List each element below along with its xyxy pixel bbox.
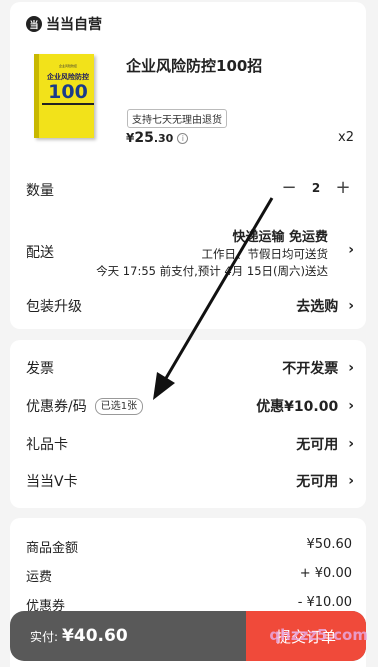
vcard-chevron-icon: › (348, 473, 354, 489)
packaging-row[interactable]: 包装升级 去选购 › (26, 296, 354, 316)
goods-amount-value: ¥50.60 (306, 537, 353, 552)
coupon-selected-tag: 已选1张 (94, 397, 144, 415)
increase-button[interactable]: + (332, 177, 354, 198)
pay-label: 实付: (30, 629, 59, 644)
giftcard-value: 无可用 (296, 437, 339, 453)
watermark: qhzzz5.com (269, 626, 368, 644)
coupon-chevron-icon: › (348, 398, 354, 414)
delivery-info[interactable]: 快递运输 免运费 工作日、节假日均可送货 今天 17:55 前支付,预计 4月 … (96, 226, 328, 279)
price-decimal: .30 (153, 132, 174, 145)
invoice-row[interactable]: 发票 不开发票 › (26, 358, 354, 378)
goods-amount-label: 商品金额 (26, 541, 79, 556)
delivery-method: 快递运输 免运费 (232, 230, 328, 245)
pay-amount: ¥40.60 (62, 626, 128, 646)
cover-number: 100 (48, 81, 88, 103)
invoice-value: 不开发票 (282, 361, 339, 377)
packaging-value: 去选购 (296, 299, 339, 315)
return-policy-badge: 支持七天无理由退货 (127, 109, 227, 128)
giftcard-label: 礼品卡 (26, 437, 68, 453)
price-symbol: ¥ (126, 131, 135, 145)
freight-value: + ¥0.00 (299, 566, 352, 581)
delivery-chevron-icon[interactable]: › (348, 242, 354, 258)
product-card: 当 当当自营 企业风险防控 企业风险防控 100 企业风险防控100招 支持七天… (10, 2, 366, 329)
delivery-eta: 今天 17:55 前支付,预计 4月 15日(周六)送达 (96, 264, 328, 278)
price-info-icon[interactable]: i (177, 133, 189, 144)
packaging-label: 包装升级 (26, 299, 82, 315)
dangdang-logo-icon: 当 (26, 16, 42, 32)
cover-top-text: 企业风险防控 (58, 64, 77, 68)
giftcard-row[interactable]: 礼品卡 无可用 › (26, 434, 354, 454)
coupon-row[interactable]: 优惠券/码 已选1张 优惠¥10.00 › (26, 396, 354, 416)
price-integer: 25 (134, 130, 154, 146)
seller-name: 当当自营 (46, 17, 102, 33)
goods-amount-row: 商品金额 ¥50.60 (26, 537, 352, 556)
payment-options-card: 发票 不开发票 › 优惠券/码 已选1张 优惠¥10.00 › 礼品卡 无可用 … (10, 340, 366, 508)
product-title[interactable]: 企业风险防控100招 (126, 55, 262, 76)
packaging-chevron-icon: › (348, 298, 354, 314)
product-price: ¥ 25 .30 i (126, 130, 189, 146)
invoice-chevron-icon: › (348, 360, 354, 376)
invoice-label: 发票 (26, 361, 54, 377)
book-cover-image[interactable]: 企业风险防控 企业风险防控 100 (34, 54, 94, 138)
seller-header: 当 当当自营 (26, 14, 102, 34)
quantity-stepper: − 2 + (278, 177, 354, 198)
coupon-label: 优惠券/码 (26, 399, 87, 415)
delivery-label: 配送 (26, 245, 54, 261)
freight-label: 运费 (26, 570, 53, 585)
quantity-label: 数量 (26, 183, 54, 199)
vcard-value: 无可用 (296, 474, 339, 490)
product-quantity-label: x2 (338, 130, 354, 145)
vcard-row[interactable]: 当当V卡 无可用 › (26, 471, 354, 491)
decrease-button[interactable]: − (278, 177, 300, 198)
coupon-value: 优惠¥10.00 (256, 399, 339, 415)
freight-row: 运费 + ¥0.00 (26, 566, 352, 585)
giftcard-chevron-icon: › (348, 436, 354, 452)
delivery-note: 工作日、节假日均可送货 (201, 247, 329, 261)
quantity-value[interactable]: 2 (300, 181, 332, 195)
vcard-label: 当当V卡 (26, 474, 78, 490)
cover-strip (42, 103, 94, 105)
